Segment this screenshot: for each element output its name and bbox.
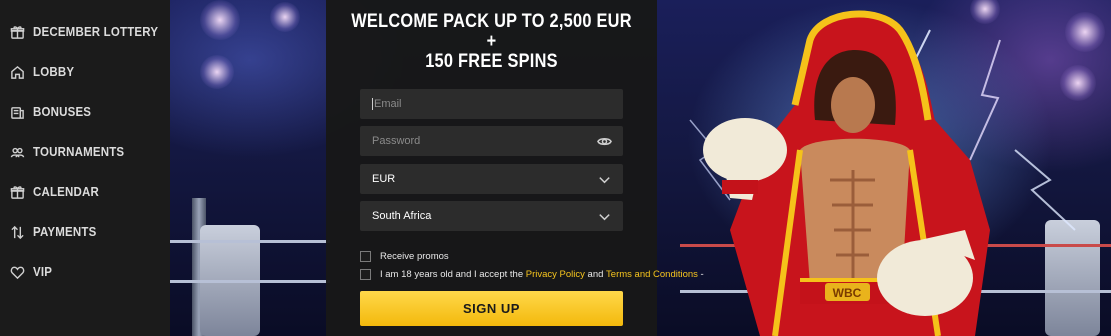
coins-icon [9, 104, 25, 120]
email-placeholder: Email [374, 98, 402, 110]
gift-icon [9, 24, 25, 40]
heart-icon [9, 264, 25, 280]
sidebar-item-label: VIP [33, 265, 53, 279]
sidebar-item-label: TOURNAMENTS [33, 145, 125, 159]
sidebar-item-payments[interactable]: PAYMENTS [0, 212, 170, 252]
currency-select[interactable]: EUR [360, 164, 623, 194]
sidebar-item-bonuses[interactable]: BONUSES [0, 92, 170, 132]
welcome-title-line1: WELCOME PACK UP TO 2,500 EUR + [351, 11, 632, 52]
country-select[interactable]: South Africa [360, 201, 623, 231]
boxer-illustration: WBC [703, 10, 990, 336]
welcome-title: WELCOME PACK UP TO 2,500 EUR + 150 FREE … [349, 12, 634, 72]
chevron-down-icon [596, 171, 612, 187]
password-placeholder: Password [372, 135, 421, 147]
email-field[interactable]: Email [360, 89, 623, 119]
sidebar-item-tournaments[interactable]: TOURNAMENTS [0, 132, 170, 172]
sidebar-item-label: CALENDAR [33, 185, 100, 199]
country-value: South Africa [372, 210, 432, 222]
terms-suffix: - [697, 269, 704, 280]
receive-promos-row: Receive promos [360, 251, 449, 262]
age-terms-checkbox[interactable] [360, 269, 371, 280]
receive-promos-label: Receive promos [380, 251, 449, 262]
sidebar-item-label: PAYMENTS [33, 225, 97, 239]
sidebar: DECEMBER LOTTERY LOBBY BONUSES TOURNAMEN… [0, 0, 170, 336]
text-caret [372, 98, 373, 110]
sidebar-item-december-lottery[interactable]: DECEMBER LOTTERY [0, 12, 170, 52]
home-icon [9, 64, 25, 80]
wbc-belt-text: WBC [833, 286, 862, 300]
calendar-gift-icon [9, 184, 25, 200]
sidebar-item-label: LOBBY [33, 65, 75, 79]
transfer-arrows-icon [9, 224, 25, 240]
receive-promos-checkbox[interactable] [360, 251, 371, 262]
currency-value: EUR [372, 173, 396, 185]
signup-panel: WELCOME PACK UP TO 2,500 EUR + 150 FREE … [326, 0, 704, 336]
age-terms-row: I am 18 years old and I accept the Priva… [360, 269, 704, 280]
sidebar-item-label: DECEMBER LOTTERY [33, 25, 159, 39]
welcome-title-line2: 150 FREE SPINS [425, 51, 558, 72]
sidebar-item-vip[interactable]: VIP [0, 252, 170, 292]
sign-up-button[interactable]: SIGN UP [360, 291, 623, 326]
sidebar-item-lobby[interactable]: LOBBY [0, 52, 170, 92]
eye-icon[interactable] [596, 133, 612, 149]
privacy-policy-link[interactable]: Privacy Policy [526, 269, 585, 280]
age-terms-text: I am 18 years old and I accept the [380, 269, 526, 280]
terms-link[interactable]: Terms and Conditions [606, 269, 698, 280]
sidebar-item-calendar[interactable]: CALENDAR [0, 172, 170, 212]
and-text: and [584, 269, 607, 280]
users-icon [9, 144, 25, 160]
chevron-down-icon [596, 208, 612, 224]
password-field[interactable]: Password [360, 126, 623, 156]
sidebar-item-label: BONUSES [33, 105, 92, 119]
